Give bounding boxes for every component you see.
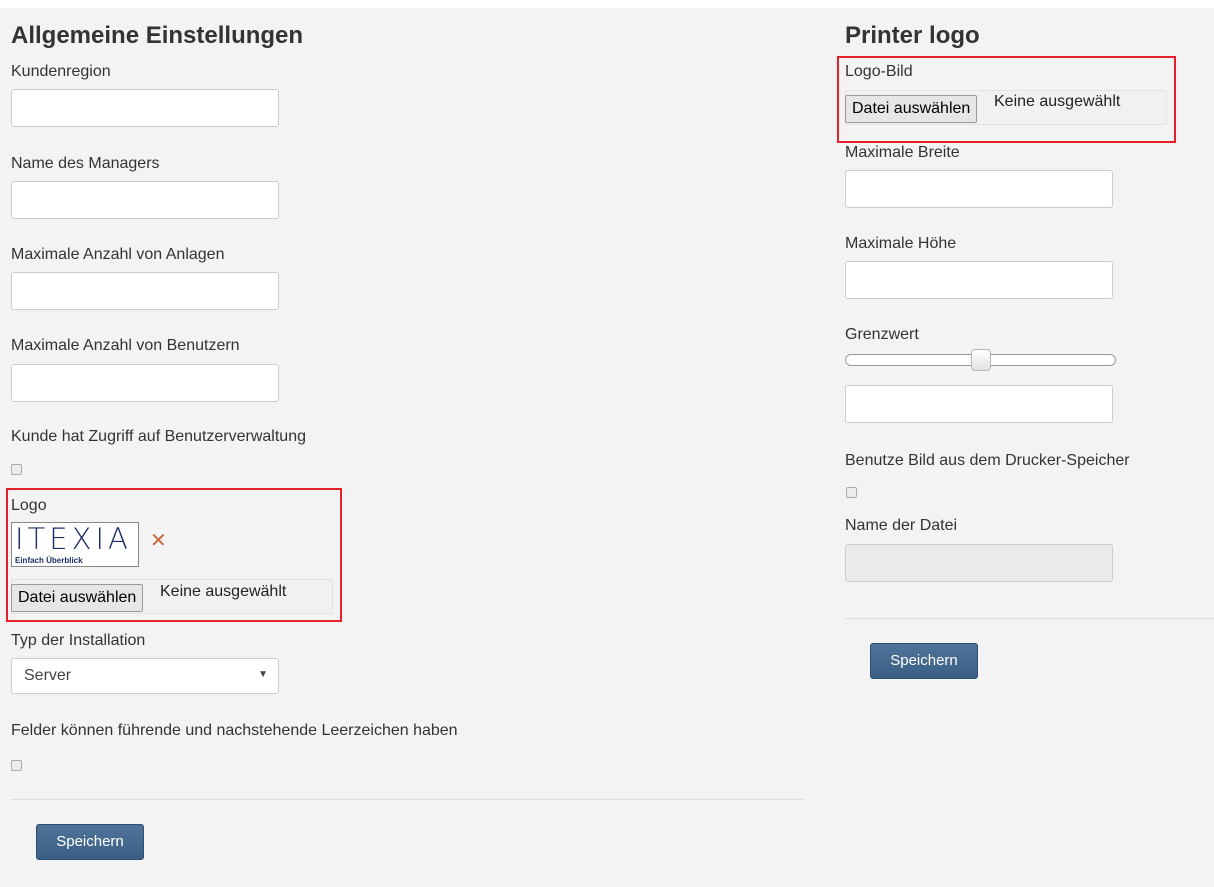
max-devices-input[interactable] [11, 272, 279, 310]
use-printer-memory-checkbox[interactable] [846, 487, 857, 498]
printer-logo-file-status: Keine ausgewählt [994, 93, 1121, 110]
general-settings-title: Allgemeine Einstellungen [11, 22, 304, 49]
logo-label: Logo [11, 497, 47, 514]
printer-logo-file-choose-button[interactable]: Datei auswählen [845, 95, 978, 123]
logo-image: ITEXIA Einfach Überblick [11, 522, 139, 567]
chevron-down-icon: ▼ [258, 669, 268, 680]
trim-fields-checkbox[interactable] [11, 760, 22, 771]
installation-type-label: Typ der Installation [11, 632, 146, 649]
trim-fields-label: Felder können führende und nachstehende … [11, 722, 458, 739]
max-width-label: Maximale Breite [845, 144, 960, 161]
general-save-button[interactable]: Speichern [36, 824, 144, 860]
threshold-label: Grenzwert [845, 326, 919, 343]
use-printer-memory-label: Benutze Bild aus dem Drucker-Speicher [845, 452, 1130, 469]
installation-type-select[interactable]: Server ▼ [11, 658, 279, 694]
max-users-label: Maximale Anzahl von Benutzern [11, 337, 240, 354]
max-height-input[interactable] [845, 261, 1113, 299]
logo-brand-text: ITEXIA [15, 522, 132, 556]
installation-type-value: Server [24, 667, 72, 684]
user-admin-access-label: Kunde hat Zugriff auf Benutzerverwaltung [11, 428, 306, 445]
filename-input [845, 544, 1113, 582]
threshold-input[interactable] [845, 385, 1113, 423]
customer-region-label: Kundenregion [11, 63, 111, 80]
printer-logo-save-button[interactable]: Speichern [870, 643, 978, 679]
filename-label: Name der Datei [845, 517, 958, 534]
max-height-label: Maximale Höhe [845, 235, 957, 252]
printer-logo-title: Printer logo [845, 22, 980, 49]
threshold-slider-handle[interactable] [970, 349, 991, 371]
manager-name-input[interactable] [11, 181, 279, 219]
printer-logo-divider [845, 618, 1214, 619]
general-divider [11, 799, 804, 800]
logo-file-choose-button[interactable]: Datei auswählen [11, 584, 144, 612]
max-devices-label: Maximale Anzahl von Anlagen [11, 246, 225, 263]
top-strip [0, 0, 1214, 8]
logo-file-status: Keine ausgewählt [160, 583, 287, 600]
max-width-input[interactable] [845, 170, 1113, 208]
customer-region-input[interactable] [11, 89, 279, 127]
user-admin-access-checkbox[interactable] [11, 464, 22, 475]
close-icon[interactable]: ✕ [150, 531, 167, 551]
max-users-input[interactable] [11, 364, 279, 402]
manager-name-label: Name des Managers [11, 155, 160, 172]
logo-image-label: Logo-Bild [845, 63, 913, 80]
logo-tagline: Einfach Überblick [15, 556, 83, 565]
